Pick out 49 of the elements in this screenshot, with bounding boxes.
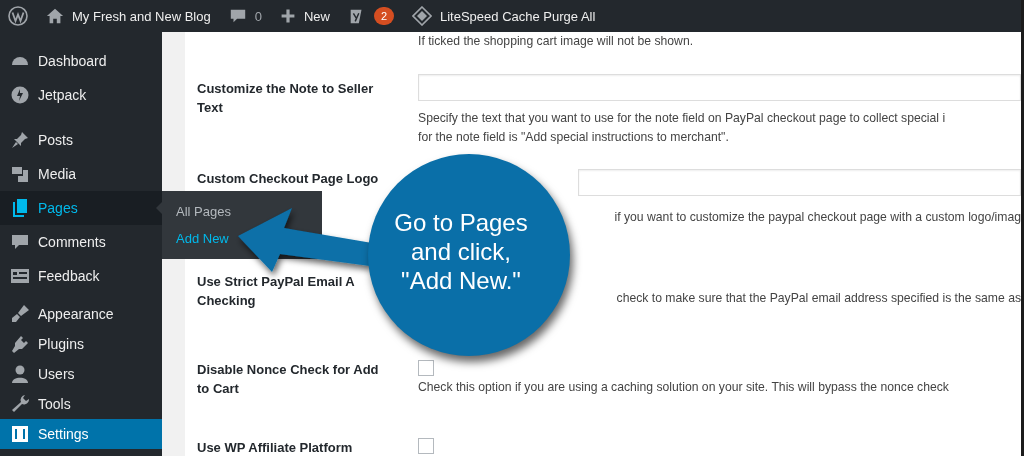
new-link[interactable]: New	[303, 8, 330, 24]
media-icon	[10, 164, 30, 184]
sidebar-item[interactable]: Comments	[0, 225, 162, 259]
lightning-icon	[10, 85, 30, 105]
setting-label: Custom Checkout Page Logo	[197, 170, 380, 188]
notification-badge: 2	[374, 7, 394, 25]
plus-icon[interactable]	[279, 8, 296, 24]
sidebar-item[interactable]: Dashboard	[0, 44, 162, 78]
home-icon[interactable]	[46, 7, 64, 25]
cache-purge-link[interactable]: LiteSpeed Cache Purge All	[440, 8, 596, 24]
person-icon	[10, 364, 30, 384]
submenu-item[interactable]: Add New	[162, 225, 243, 252]
site-name-link[interactable]: My Fresh and New Blog	[72, 8, 211, 24]
setting-description: for the note field is "Add special instructions to merchant".	[418, 129, 730, 146]
checkbox[interactable]	[418, 360, 434, 376]
plug-icon	[10, 334, 30, 354]
wordpress-logo-icon[interactable]	[8, 6, 28, 26]
speech-bubble-icon	[10, 232, 30, 252]
text-input-field[interactable]	[418, 74, 1021, 101]
sidebar-item[interactable]: Media	[0, 157, 162, 191]
wrench-icon	[10, 394, 30, 414]
callout-text: Go to Pages and click, "Add New."	[394, 207, 528, 295]
sidebar-item[interactable]: Jetpack	[0, 78, 162, 112]
sidebar-item[interactable]: Tools	[0, 389, 162, 419]
checkbox[interactable]	[418, 438, 434, 454]
list-icon	[10, 266, 30, 286]
pin-icon	[10, 130, 30, 150]
diamond-icon[interactable]	[412, 6, 432, 26]
setting-description: if you want to customize the paypal checkout page with a custom logo/imag	[614, 209, 1021, 226]
setting-label: Disable Nonce Check for Add to Cart	[197, 361, 380, 398]
setting-label: Use Strict PayPal Email A Checking	[197, 273, 356, 310]
sidebar-item[interactable]: Users	[0, 359, 162, 389]
paintbrush-icon	[10, 304, 30, 324]
sidebar-item[interactable]: Feedback	[0, 259, 162, 293]
sidebar-item[interactable]: Settings	[0, 419, 162, 449]
setting-label: Customize the Note to Seller Text	[197, 80, 375, 117]
sidebar-item[interactable]: Posts	[0, 123, 162, 157]
setting-description: Check this option if you are using a caching solution on your site. This will bypass the nonce check	[418, 379, 950, 396]
setting-description: Specify the text that you want to use for the note field on PayPal checkout page to collect special i	[418, 110, 947, 127]
submenu-item[interactable]: All Pages	[162, 198, 245, 225]
setting-description: check to make sure that the PayPal email address specified is the same as	[616, 290, 1021, 307]
sidebar-item[interactable]: Plugins	[0, 329, 162, 359]
comment-count: 0	[254, 8, 262, 24]
pages-icon	[10, 198, 30, 218]
text-input-field[interactable]	[578, 169, 1021, 196]
setting-description: If ticked the shopping cart image will not be shown.	[418, 33, 695, 50]
setting-label: Use WP Affiliate Platform	[197, 439, 354, 456]
sidebar-item[interactable]: Pages	[0, 191, 162, 225]
sidebar-item[interactable]: Appearance	[0, 299, 162, 329]
